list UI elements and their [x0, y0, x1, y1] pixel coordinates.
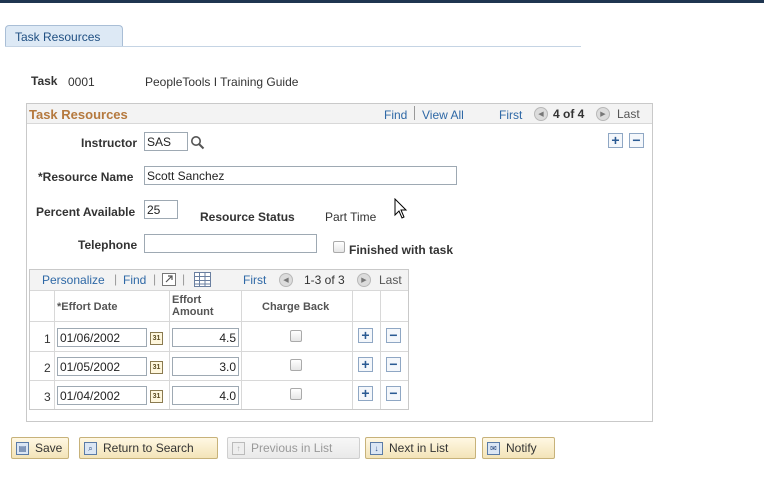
effort-date-input[interactable] — [57, 357, 147, 376]
download-grid-icon[interactable] — [194, 272, 211, 290]
previous-row-icon[interactable]: ◀ — [534, 107, 548, 121]
effort-date-input[interactable] — [57, 386, 147, 405]
separator: | — [114, 272, 118, 286]
delete-row-icon[interactable]: − — [386, 386, 401, 401]
task-id: 0001 — [68, 75, 95, 89]
add-row-icon[interactable]: + — [358, 357, 373, 372]
charge-back-checkbox[interactable] — [290, 330, 302, 342]
grid-row-divider — [30, 351, 408, 352]
top-bar — [0, 0, 764, 3]
grid-col-divider — [169, 291, 170, 409]
resource-name-label: *Resource Name — [38, 170, 134, 184]
task-description: PeopleTools I Training Guide — [145, 75, 299, 89]
notify-icon: ✉ — [487, 441, 500, 455]
return-label: Return to Search — [103, 441, 194, 455]
notify-button[interactable]: ✉ Notify — [482, 437, 555, 459]
charge-back-checkbox[interactable] — [290, 388, 302, 400]
save-icon: ▤ — [16, 441, 29, 455]
last-label: Last — [617, 107, 640, 121]
effort-amount-input[interactable] — [172, 328, 239, 347]
calendar-icon[interactable]: 31 — [150, 361, 163, 374]
calendar-icon[interactable]: 31 — [150, 390, 163, 403]
view-all-grid-icon[interactable] — [162, 273, 176, 286]
telephone-label: Telephone — [78, 238, 138, 252]
instructor-input[interactable] — [144, 132, 188, 151]
row-count: 4 of 4 — [553, 107, 585, 121]
save-button[interactable]: ▤ Save — [11, 437, 70, 459]
add-row-icon[interactable]: + — [608, 133, 623, 148]
next-in-list-button[interactable]: ↓ Next in List — [365, 437, 476, 459]
col-effort-date: *Effort Date — [57, 301, 118, 313]
resource-status-label: Resource Status — [200, 210, 295, 224]
search-page-icon: ⌕ — [84, 441, 97, 455]
grid-col-divider — [352, 291, 353, 409]
effort-amount-input[interactable] — [172, 386, 239, 405]
finished-checkbox[interactable] — [333, 241, 345, 253]
percent-available-label: Percent Available — [36, 205, 136, 219]
resource-status-value: Part Time — [325, 210, 377, 224]
next-row-icon[interactable]: ▶ — [596, 107, 610, 121]
effort-date-input[interactable] — [57, 328, 147, 347]
separator: | — [153, 272, 157, 286]
add-row-icon[interactable]: + — [358, 328, 373, 343]
section-title: Task Resources — [29, 107, 128, 122]
row-number: 1 — [44, 332, 51, 346]
first-link[interactable]: First — [499, 108, 522, 122]
add-row-icon[interactable]: + — [358, 386, 373, 401]
grid-first-link[interactable]: First — [243, 273, 266, 287]
return-to-search-button[interactable]: ⌕ Return to Search — [79, 437, 218, 459]
view-all-link[interactable]: View All — [422, 108, 464, 122]
grid-count: 1-3 of 3 — [304, 273, 345, 287]
previous-label: Previous in List — [251, 441, 333, 455]
mouse-cursor-icon — [394, 197, 408, 223]
calendar-icon[interactable]: 31 — [150, 332, 163, 345]
grid-col-divider — [380, 291, 381, 409]
find-link[interactable]: Find — [384, 108, 407, 122]
up-arrow-icon: ↑ — [232, 441, 245, 455]
percent-available-input[interactable] — [144, 200, 178, 219]
notify-label: Notify — [506, 441, 537, 455]
previous-in-list-button[interactable]: ↑ Previous in List — [227, 437, 360, 459]
delete-row-icon[interactable]: − — [386, 328, 401, 343]
grid-row-divider — [30, 380, 408, 381]
grid-next-icon[interactable]: ▶ — [357, 273, 371, 287]
finished-label: Finished with task — [349, 243, 454, 257]
separator: | — [182, 272, 186, 286]
grid-row-divider — [30, 321, 408, 322]
personalize-link[interactable]: Personalize — [42, 273, 105, 287]
col-effort-amount: Effort Amount — [172, 294, 214, 318]
grid-col-divider — [54, 291, 55, 409]
telephone-input[interactable] — [144, 234, 317, 253]
grid-find-link[interactable]: Find — [123, 273, 146, 287]
instructor-label: Instructor — [81, 136, 138, 150]
row-number: 2 — [44, 361, 51, 375]
search-icon[interactable] — [190, 135, 205, 153]
tab-divider — [5, 46, 581, 47]
next-label: Next in List — [389, 441, 449, 455]
col-charge-back: Charge Back — [262, 301, 330, 313]
charge-back-checkbox[interactable] — [290, 359, 302, 371]
delete-row-icon[interactable]: − — [629, 133, 644, 148]
row-number: 3 — [44, 390, 51, 404]
effort-amount-input[interactable] — [172, 357, 239, 376]
down-arrow-icon: ↓ — [370, 441, 383, 455]
delete-row-icon[interactable]: − — [386, 357, 401, 372]
grid-previous-icon[interactable]: ◀ — [279, 273, 293, 287]
resource-name-input[interactable] — [144, 166, 457, 185]
separator — [414, 106, 415, 120]
save-label: Save — [35, 441, 63, 455]
grid-last-label: Last — [379, 273, 402, 287]
tab-task-resources[interactable]: Task Resources — [5, 25, 123, 47]
task-label: Task — [31, 74, 58, 88]
grid-col-divider — [241, 291, 242, 409]
